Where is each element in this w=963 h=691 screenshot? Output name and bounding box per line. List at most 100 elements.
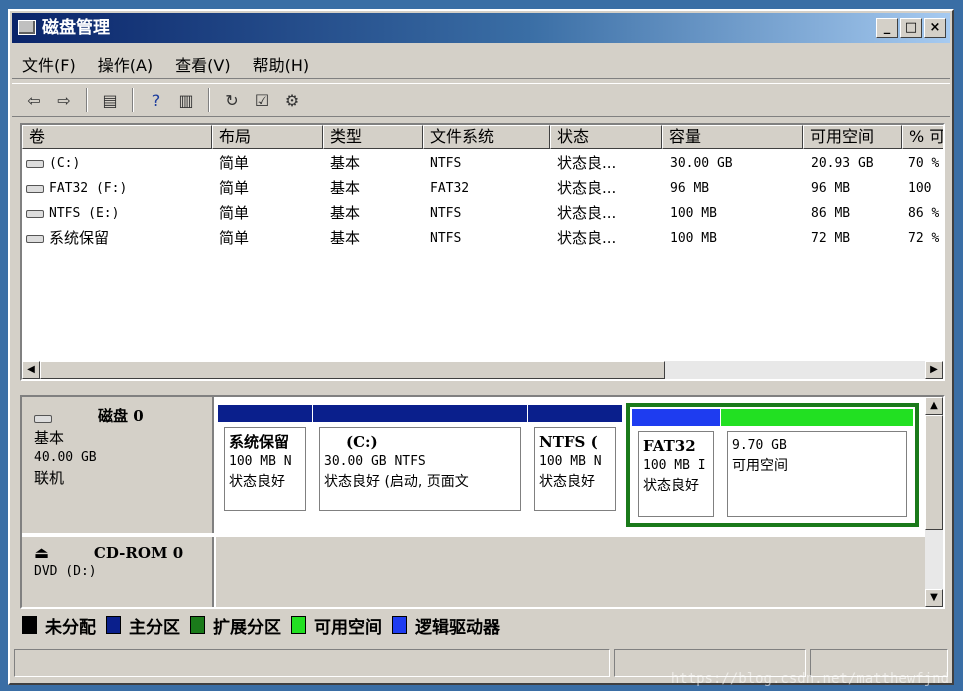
minimize-button[interactable]: _	[876, 18, 898, 38]
volume-percent: 70 %	[908, 156, 940, 171]
volume-list: 卷 布局 类型 文件系统 状态 容量 可用空间 % 可 (C:) 简单 基本 N…	[20, 123, 945, 381]
volume-row[interactable]: 系统保留 简单 基本 NTFS 状态良... 100 MB 72 MB 72 %	[22, 226, 943, 251]
volume-percent: 72 %	[908, 231, 940, 246]
volume-free: 96 MB	[811, 181, 851, 196]
drive-icon	[26, 234, 44, 243]
disk0-info[interactable]: 磁盘 0 基本 40.00 GB 联机	[22, 397, 214, 533]
legend-logical: 逻辑驱动器	[415, 617, 500, 638]
back-icon[interactable]: ⇦	[22, 88, 46, 112]
menu-action[interactable]: 操作(A)	[98, 52, 153, 76]
legend-swatch-free	[291, 616, 306, 634]
volume-capacity: 30.00 GB	[670, 156, 733, 171]
cdrom0-info[interactable]: ⏏ CD-ROM 0 DVD (D:)	[22, 537, 214, 607]
free-space-region[interactable]: 9.70 GB 可用空间	[721, 409, 913, 521]
forward-icon[interactable]: ⇨	[52, 88, 76, 112]
toolbar-separator	[86, 88, 88, 112]
volume-capacity: 100 MB	[670, 206, 717, 221]
legend-free: 可用空间	[314, 617, 382, 638]
col-free-space[interactable]: 可用空间	[803, 125, 902, 149]
disk0-name: 磁盘 0	[98, 407, 144, 425]
volume-row[interactable]: (C:) 简单 基本 NTFS 状态良... 30.00 GB 20.93 GB…	[22, 151, 943, 176]
disk-management-window: 磁盘管理 _ □ × 文件(F) 操作(A) 查看(V) 帮助(H) ⇦ ⇨ ▤…	[8, 9, 954, 685]
volume-free: 86 MB	[811, 206, 851, 221]
menu-file[interactable]: 文件(F)	[22, 52, 76, 76]
col-status[interactable]: 状态	[550, 125, 662, 149]
title-bar[interactable]: 磁盘管理 _ □ ×	[12, 13, 950, 43]
volume-percent: 100	[908, 181, 932, 196]
disk-graph-panel: 磁盘 0 基本 40.00 GB 联机 系统保留 100 MB N 状态良好 (C:…	[20, 395, 945, 609]
partition-fat32-f[interactable]: FAT32 100 MB I 状态良好	[632, 409, 720, 521]
settings-icon[interactable]: ⚙	[280, 88, 304, 112]
col-volume[interactable]: 卷	[22, 125, 212, 149]
window-title: 磁盘管理	[42, 18, 110, 38]
disk-icon	[34, 415, 52, 423]
partition-status: 状态良好 (启动, 页面文	[324, 474, 469, 490]
vertical-scrollbar[interactable]: ▲ ▼	[925, 397, 943, 607]
legend-unallocated: 未分配	[45, 617, 96, 638]
legend-swatch-primary	[106, 616, 121, 634]
col-capacity[interactable]: 容量	[662, 125, 803, 149]
extended-partition-frame[interactable]: FAT32 100 MB I 状态良好 9.70 GB 可用空间	[626, 403, 919, 527]
volume-row[interactable]: NTFS (E:) 简单 基本 NTFS 状态良... 100 MB 86 MB…	[22, 201, 943, 226]
vertical-scroll-thumb[interactable]	[925, 415, 943, 530]
volume-list-header: 卷 布局 类型 文件系统 状态 容量 可用空间 % 可	[22, 125, 943, 149]
volume-name: 系统保留	[49, 229, 110, 247]
scroll-down-icon[interactable]: ▼	[925, 589, 943, 607]
partition-size: 100 MB N	[539, 454, 602, 469]
col-type[interactable]: 类型	[323, 125, 423, 149]
refresh-icon[interactable]: ↻	[220, 88, 244, 112]
scroll-up-icon[interactable]: ▲	[925, 397, 943, 415]
legend-primary: 主分区	[129, 617, 180, 638]
partition-ntfs-e[interactable]: NTFS (100 MB N 状态良好	[528, 405, 622, 515]
cdrom-icon: ⏏	[34, 543, 50, 562]
menu-help[interactable]: 帮助(H)	[253, 52, 310, 76]
partition-bar	[632, 409, 720, 426]
partition-c[interactable]: (C:) 30.00 GB NTFS 状态良好 (启动, 页面文	[313, 405, 527, 515]
volume-free: 20.93 GB	[811, 156, 874, 171]
drive-icon	[26, 209, 44, 218]
volume-fs: NTFS	[430, 231, 462, 246]
volume-status: 状态良...	[557, 229, 617, 247]
cdrom0-label: DVD (D:)	[34, 564, 97, 579]
volume-type: 基本	[330, 229, 361, 247]
view2-icon[interactable]: ▥	[174, 88, 198, 112]
pane-splitter[interactable]	[20, 383, 945, 395]
help-icon[interactable]: ?	[144, 88, 168, 112]
volume-layout: 简单	[219, 229, 250, 247]
partition-system-reserved[interactable]: 系统保留 100 MB N 状态良好	[218, 405, 312, 515]
disk0-size: 40.00 GB	[34, 450, 97, 465]
view-icon[interactable]: ▤	[98, 88, 122, 112]
volume-row[interactable]: FAT32 (F:) 简单 基本 FAT32 状态良... 96 MB 96 M…	[22, 176, 943, 201]
partition-bar	[721, 409, 913, 426]
legend-extended: 扩展分区	[213, 617, 281, 638]
col-filesystem[interactable]: 文件系统	[423, 125, 550, 149]
horizontal-scrollbar[interactable]: ◀ ▶	[22, 361, 943, 379]
partition-bar	[313, 405, 527, 422]
volume-status: 状态良...	[557, 179, 617, 197]
volume-status: 状态良...	[557, 204, 617, 222]
toolbar-separator	[132, 88, 134, 112]
volume-capacity: 96 MB	[670, 181, 710, 196]
volume-type: 基本	[330, 154, 361, 172]
col-layout[interactable]: 布局	[212, 125, 323, 149]
close-button[interactable]: ×	[924, 18, 946, 38]
volume-layout: 简单	[219, 179, 250, 197]
partition-bar	[218, 405, 312, 422]
volume-fs: NTFS	[430, 156, 462, 171]
col-percent-free[interactable]: % 可	[902, 125, 943, 149]
menu-view[interactable]: 查看(V)	[175, 52, 230, 76]
partition-status: 可用空间	[732, 458, 788, 474]
scroll-right-icon[interactable]: ▶	[925, 361, 943, 379]
partition-title: 系统保留	[229, 433, 290, 451]
maximize-button[interactable]: □	[900, 18, 922, 38]
volume-type: 基本	[330, 179, 361, 197]
scroll-left-icon[interactable]: ◀	[22, 361, 40, 379]
partition-status: 状态良好	[229, 474, 285, 490]
horizontal-scroll-thumb[interactable]	[40, 361, 665, 379]
volume-free: 72 MB	[811, 231, 851, 246]
partition-title: NTFS (	[539, 433, 598, 451]
volume-name: (C:)	[49, 156, 81, 171]
partition-size: 9.70 GB	[732, 438, 787, 453]
partition-title: (C:)	[346, 433, 378, 451]
properties-icon[interactable]: ☑	[250, 88, 274, 112]
